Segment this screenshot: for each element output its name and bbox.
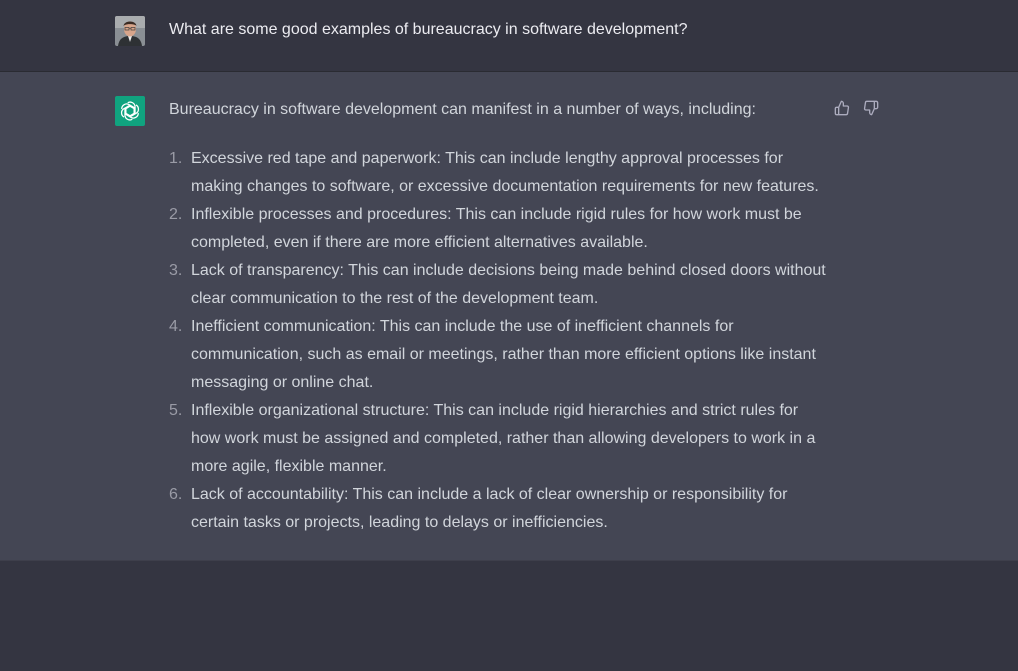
list-item-text: Inefficient communication: This can incl… xyxy=(191,318,816,391)
assistant-message-row: Bureaucracy in software development can … xyxy=(0,72,1018,561)
list-item: 3. Lack of transparency: This can includ… xyxy=(169,257,829,313)
user-message-text: What are some good examples of bureaucra… xyxy=(169,21,688,38)
list-item-text: Inflexible organizational structure: Thi… xyxy=(191,402,816,475)
list-item: 1. Excessive red tape and paperwork: Thi… xyxy=(169,145,829,201)
assistant-intro-text: Bureaucracy in software development can … xyxy=(169,101,756,118)
list-item: 2. Inflexible processes and procedures: … xyxy=(169,201,829,257)
thumbs-up-icon[interactable] xyxy=(833,99,850,116)
list-item-number: 6. xyxy=(169,486,183,503)
thumbs-down-icon[interactable] xyxy=(862,99,879,116)
user-avatar xyxy=(115,16,145,46)
user-message-row: What are some good examples of bureaucra… xyxy=(0,0,1018,72)
openai-logo-icon xyxy=(115,96,145,126)
list-item-number: 2. xyxy=(169,206,183,223)
list-item-number: 4. xyxy=(169,318,183,335)
list-item: 4. Inefficient communication: This can i… xyxy=(169,313,829,397)
list-item-text: Lack of accountability: This can include… xyxy=(191,486,788,531)
list-item-number: 5. xyxy=(169,402,183,419)
list-item: 5. Inflexible organizational structure: … xyxy=(169,397,829,481)
list-item-text: Inflexible processes and procedures: Thi… xyxy=(191,206,802,251)
list-item-text: Lack of transparency: This can include d… xyxy=(191,262,826,307)
list-item-number: 3. xyxy=(169,262,183,279)
answer-list: 1. Excessive red tape and paperwork: Thi… xyxy=(169,145,829,537)
list-item: 6. Lack of accountability: This can incl… xyxy=(169,481,829,537)
list-item-number: 1. xyxy=(169,150,183,167)
list-item-text: Excessive red tape and paperwork: This c… xyxy=(191,150,819,195)
